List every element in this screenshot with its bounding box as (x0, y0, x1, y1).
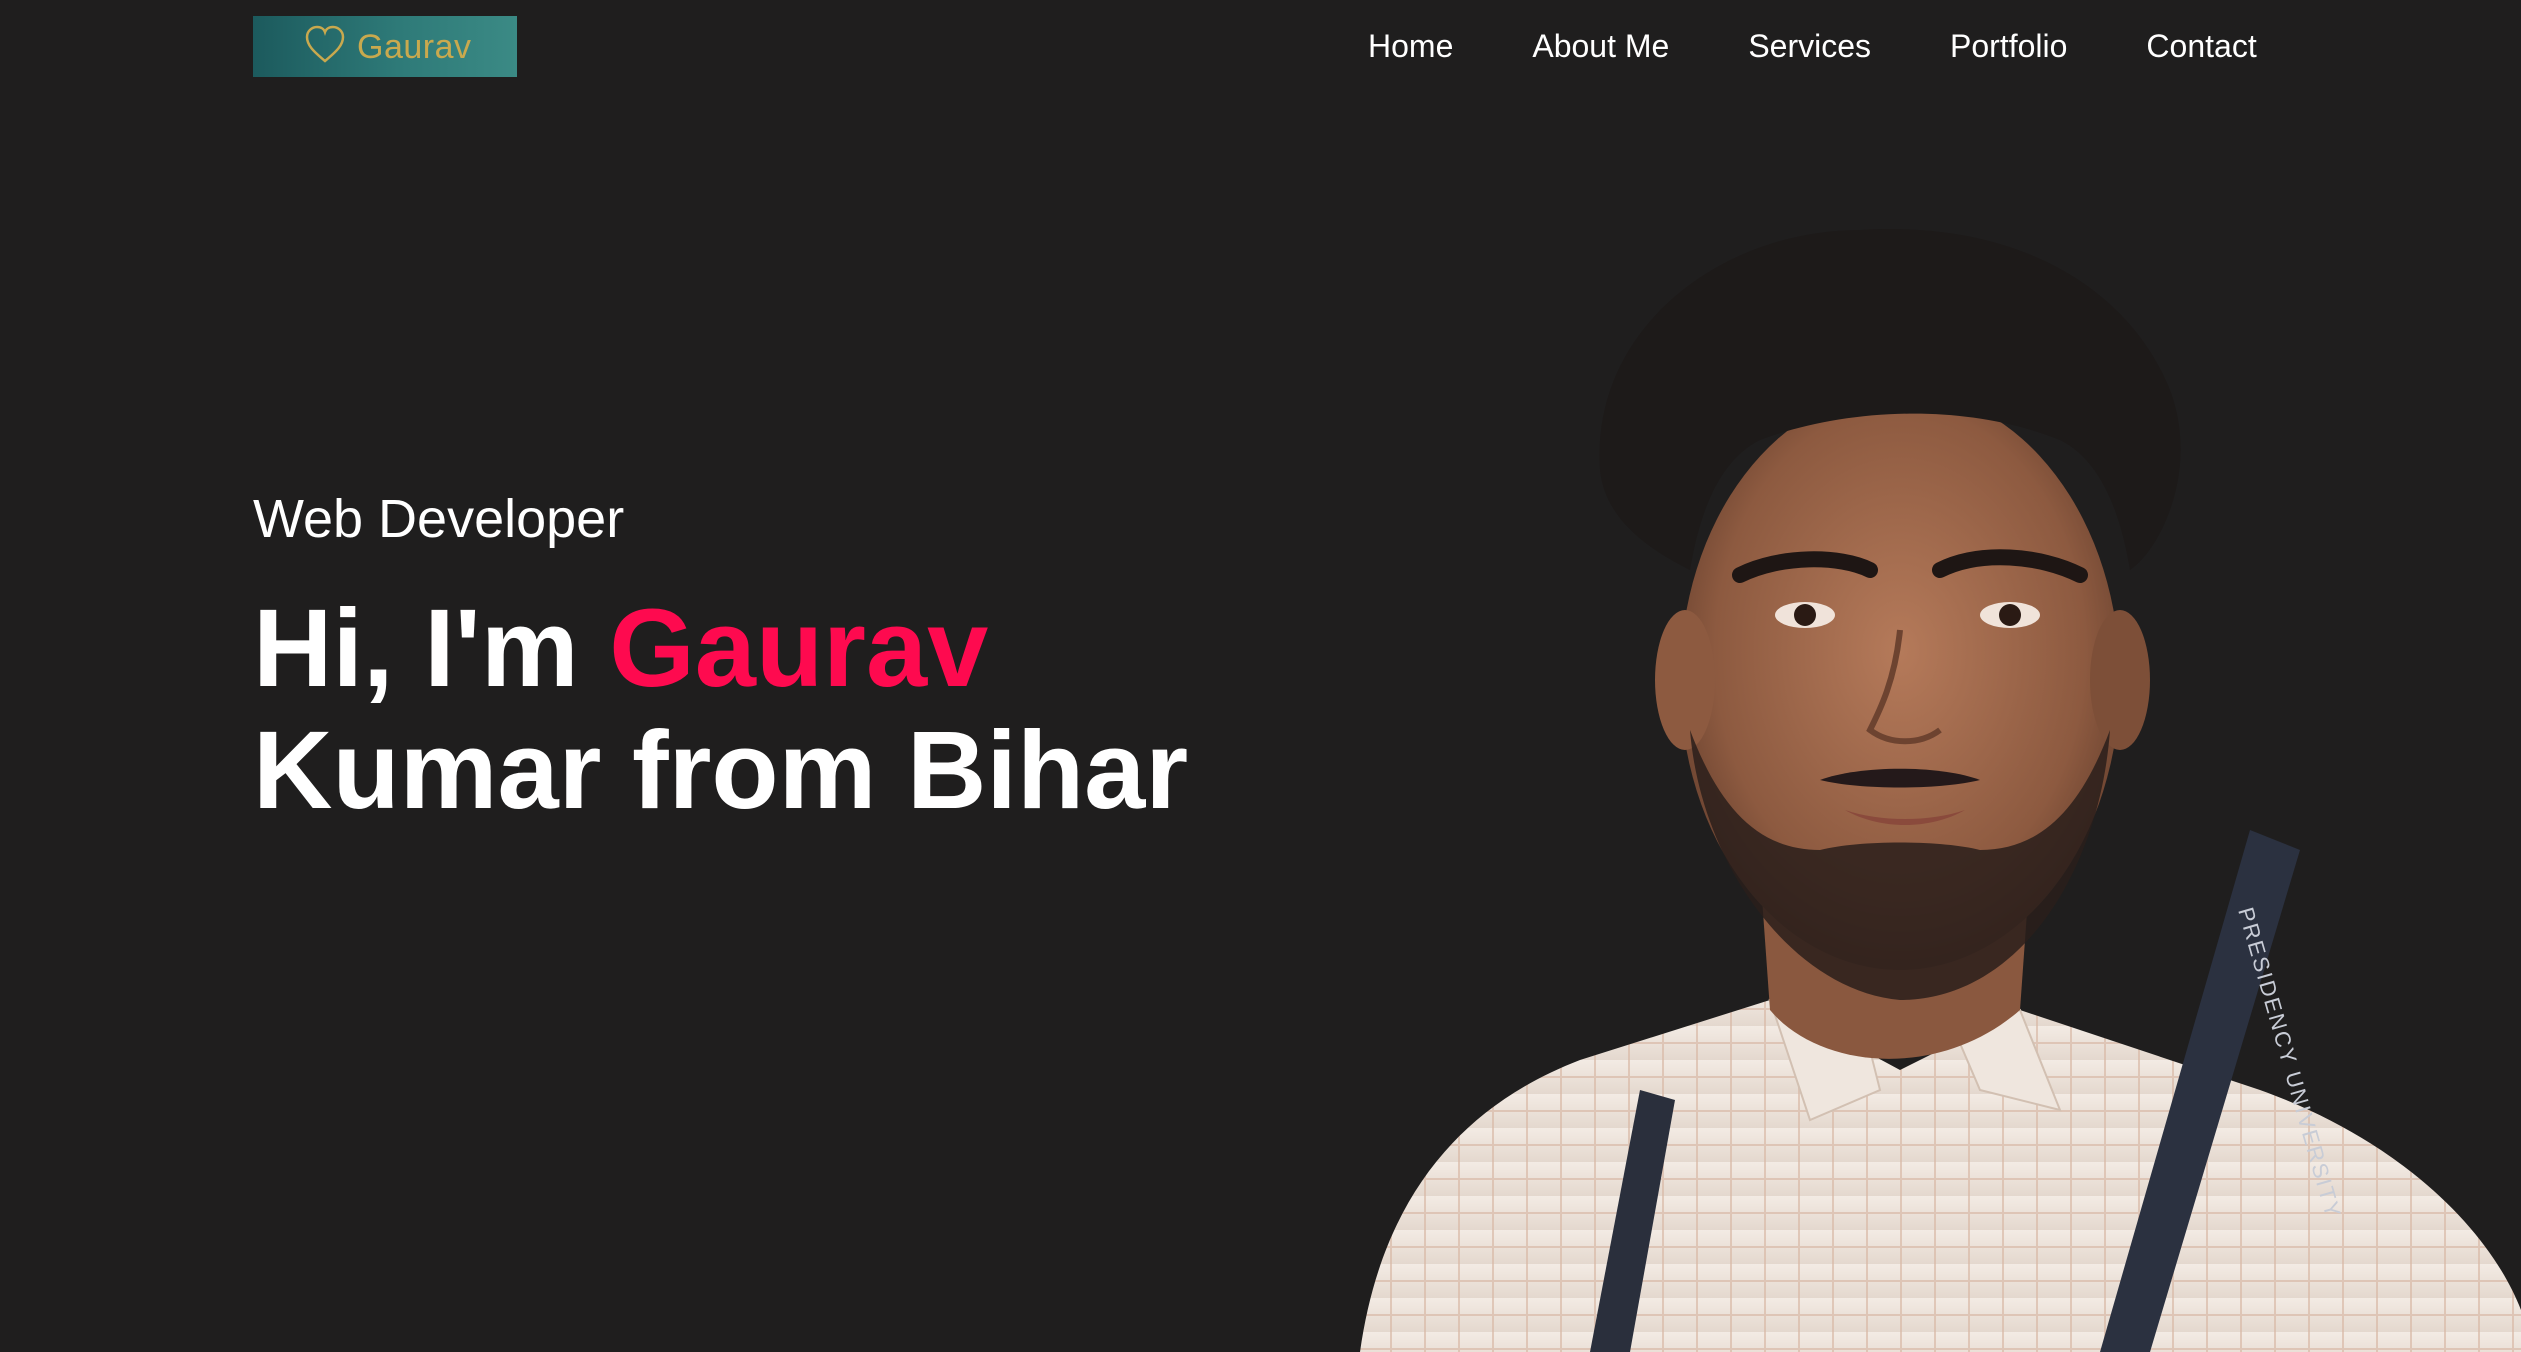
heart-icon (305, 25, 345, 63)
hero-greeting: Hi, I'm (253, 587, 579, 710)
nav-contact[interactable]: Contact (2146, 24, 2256, 68)
main-nav: Home About Me Services Portfolio Contact (1368, 24, 2257, 68)
shirt (1360, 1000, 2521, 1352)
nav-home[interactable]: Home (1368, 24, 1453, 68)
hero-headline: Hi, I'm Gaurav Kumar from Bihar (253, 588, 1188, 832)
page: Gaurav Home About Me Services Portfolio … (0, 0, 2521, 1352)
logo-text: Gaurav (357, 28, 472, 66)
nav-about-me[interactable]: About Me (1532, 24, 1669, 68)
hero-line2: Kumar from Bihar (253, 709, 1189, 832)
hero-name: Gaurav (609, 587, 989, 710)
nav-portfolio[interactable]: Portfolio (1950, 24, 2067, 68)
profile-photo: PRESIDENCY UNIVERSITY (1360, 229, 2521, 1352)
nav-services[interactable]: Services (1748, 24, 1871, 68)
hero-role: Web Developer (253, 489, 625, 549)
site-logo[interactable]: Gaurav (253, 16, 517, 77)
